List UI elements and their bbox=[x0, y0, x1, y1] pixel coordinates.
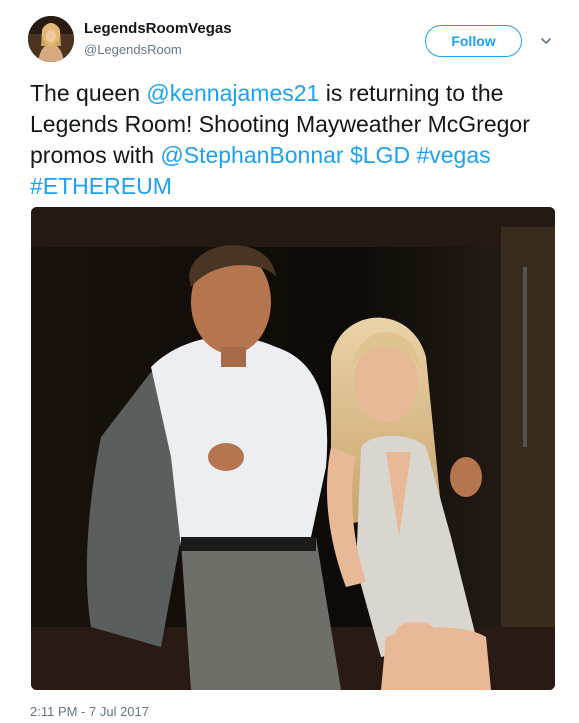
mention-link[interactable]: @StephanBonnar bbox=[160, 142, 343, 168]
chevron-down-icon[interactable] bbox=[539, 34, 553, 48]
tweet-photo[interactable] bbox=[31, 207, 555, 690]
tweet-text: The queen @kennajames21 is returning to … bbox=[30, 78, 550, 202]
account-handle[interactable]: @LegendsRoom bbox=[84, 42, 182, 57]
tweet-timestamp[interactable]: 2:11 PM - 7 Jul 2017 bbox=[30, 704, 149, 719]
cashtag-link[interactable]: $LGD bbox=[350, 142, 410, 168]
follow-button[interactable]: Follow bbox=[425, 25, 522, 57]
mention-link[interactable]: @kennajames21 bbox=[146, 80, 319, 106]
avatar[interactable] bbox=[28, 16, 74, 62]
hashtag-link[interactable]: #vegas bbox=[416, 142, 490, 168]
hashtag-link[interactable]: #ETHEREUM bbox=[30, 173, 172, 199]
display-name[interactable]: LegendsRoomVegas bbox=[84, 20, 232, 37]
tweet-text-segment: The queen bbox=[30, 80, 147, 106]
